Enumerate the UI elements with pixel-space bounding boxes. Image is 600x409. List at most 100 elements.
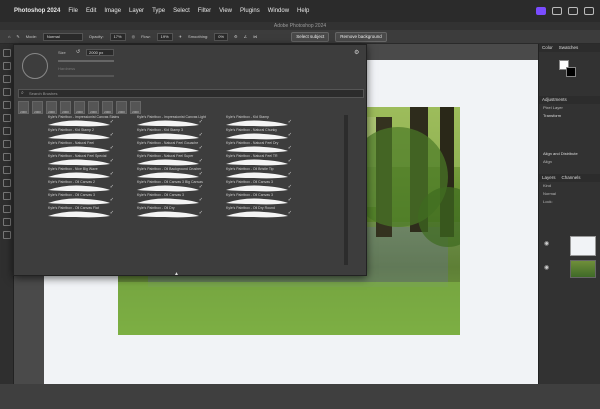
brush-preset-item[interactable]: Kyle's Paintbox - Natural Feel Gouache ✓ [117,141,205,154]
layer-thumbnail-photo[interactable] [570,260,596,278]
brush-preset-item[interactable]: Kyle's Paintbox - Oil Dry ✓ [117,206,205,219]
brush-tool-icon[interactable]: ✎ [16,34,19,39]
home-icon[interactable]: ⌂ [8,34,10,39]
quick-select-tool-icon[interactable] [3,88,11,96]
brush-preset-item[interactable]: Kyle's Paintbox - Natural Feel Special ✓ [28,154,116,167]
panel-resize-caret-icon[interactable]: ▲ [174,271,179,277]
brush-preset-item[interactable]: Kyle's Paintbox - Kid Stamp 3 ✓ [117,128,205,141]
brush-tool-icon[interactable] [3,140,11,148]
type-tool-icon[interactable] [3,205,11,213]
brush-preset-item[interactable]: Kyle's Paintbox - Kid Stamp ✓ [206,115,294,128]
menu-view[interactable]: View [219,8,232,14]
brush-preset-item[interactable]: Kyle's Paintbox - Impressionist Canvas S… [28,115,119,128]
menu-layer[interactable]: Layer [129,8,144,14]
menu-image[interactable]: Image [104,8,121,14]
symmetry-icon[interactable]: ⋈ [253,34,257,39]
layer-blend-mode[interactable]: Normal [539,190,600,198]
brush-preset-item[interactable]: Kyle's Paintbox - Oil Canvas 2 ✓ [28,180,116,193]
recent-brush[interactable]: 2000 [18,101,29,114]
brush-angle-roundness-widget[interactable] [22,53,48,79]
wifi-icon[interactable] [584,7,594,15]
eye-visibility-icon[interactable]: ◉ [544,240,549,247]
background-color-swatch[interactable] [566,67,576,77]
lasso-tool-icon[interactable] [3,75,11,83]
brush-preset-item[interactable]: Kyle's Paintbox - Oil Canvas 3 Big Canva… [117,180,205,193]
brush-preset-item[interactable]: Kyle's Paintbox - Oil Canvas Flat ✓ [28,206,116,219]
layer-kind-filter[interactable]: Kind [539,182,600,190]
brush-preset-item[interactable]: Kyle's Paintbox - Oil Canvas 3 ✓ [28,193,116,206]
size-slider[interactable] [58,60,114,62]
screen-record-icon[interactable] [536,7,546,15]
crop-tool-icon[interactable] [3,101,11,109]
remove-background-button[interactable]: Remove background [335,31,387,42]
brush-preset-item[interactable]: Kyle's Paintbox - Kid Stamp 2 ✓ [28,128,116,141]
recent-brush[interactable]: 2000 [60,101,71,114]
menu-type[interactable]: Type [152,8,165,14]
recent-brush[interactable]: 2000 [32,101,43,114]
menu-file[interactable]: File [68,8,78,14]
app-name[interactable]: Photoshop 2024 [14,8,60,14]
eraser-tool-icon[interactable] [3,166,11,174]
hand-tool-icon[interactable] [3,218,11,226]
menu-edit[interactable]: Edit [86,8,96,14]
brush-preset-item[interactable]: Kyle's Paintbox - Natural Feel Dry ✓ [206,141,294,154]
eyedropper-tool-icon[interactable] [3,114,11,122]
brush-list-scrollbar[interactable] [344,115,348,265]
flow-input[interactable]: 19% [156,32,173,41]
eye-visibility-icon[interactable]: ◉ [544,264,549,271]
smoothing-input[interactable]: 0% [214,32,229,41]
pressure-opacity-icon[interactable]: ◎ [132,34,136,39]
size-input[interactable]: 2000 px [86,49,114,56]
select-subject-button[interactable]: Select subject [291,31,330,42]
brush-preset-item[interactable]: Kyle's Paintbox - Nice Big Wave ✓ [28,167,116,180]
brush-preset-item[interactable]: Kyle's Paintbox - Natural Feel ✓ [28,141,116,154]
mode-select[interactable]: Normal [42,32,83,41]
brush-preset-item[interactable]: Kyle's Paintbox - Natural Feel Super ✓ [117,154,205,167]
recent-brush[interactable]: 2000 [130,101,141,114]
recent-brush[interactable]: 2000 [46,101,57,114]
gradient-tool-icon[interactable] [3,179,11,187]
align-section[interactable]: Align and Distribute [539,150,600,158]
brush-preset-item[interactable]: Kyle's Paintbox - Oil Canvas 3 ✓ [206,193,294,206]
display-icon[interactable] [552,7,562,15]
recent-brush[interactable]: 2000 [88,101,99,114]
tab-color[interactable]: Color [542,44,553,52]
panel-settings-gear-icon[interactable]: ⚙ [354,49,359,56]
menu-filter[interactable]: Filter [198,8,211,14]
tab-adjustments[interactable]: Adjustments [542,96,567,104]
angle-icon[interactable]: ∠ [244,34,248,39]
tab-channels[interactable]: Channels [562,174,581,182]
reset-size-icon[interactable]: ↺ [76,49,80,55]
recent-brush[interactable]: 2000 [74,101,85,114]
brush-preset-item[interactable]: Kyle's Paintbox - Natural Chunky ✓ [206,128,294,141]
layer-thumbnail-blank[interactable] [570,236,596,256]
menu-plugins[interactable]: Plugins [240,8,260,14]
pen-tool-icon[interactable] [3,192,11,200]
hardness-slider[interactable] [58,75,114,77]
brush-preset-item[interactable]: Kyle's Paintbox - Oil Canvas 3 ✓ [117,193,205,206]
move-tool-icon[interactable] [3,49,11,57]
opacity-input[interactable]: 17% [109,32,126,41]
clone-stamp-tool-icon[interactable] [3,153,11,161]
brush-preset-item[interactable]: Kyle's Paintbox - Natural Feel TR ✓ [206,154,294,167]
tab-layers[interactable]: Layers [542,174,556,182]
transform-section[interactable]: Transform [539,112,600,120]
zoom-tool-icon[interactable] [3,231,11,239]
brush-search-input[interactable]: Search Brushes [18,89,364,98]
recent-brush[interactable]: 2000 [102,101,113,114]
menu-window[interactable]: Window [268,8,289,14]
settings-gear-icon[interactable]: ⚙ [234,34,238,39]
healing-tool-icon[interactable] [3,127,11,135]
menu-select[interactable]: Select [173,8,190,14]
brush-preset-item[interactable]: Kyle's Paintbox - Oil Dry Round ✓ [206,206,294,219]
brush-preset-item[interactable]: Kyle's Paintbox - Impressionist Canvas L… [117,115,206,128]
recent-brush[interactable]: 2000 [116,101,127,114]
marquee-tool-icon[interactable] [3,62,11,70]
menu-help[interactable]: Help [297,8,309,14]
brush-preset-picker[interactable]: Size ↺ 2000 px Hardness ⚙ Search Brushes… [13,44,367,277]
brush-preset-item[interactable]: Kyle's Paintbox - Oil Bristle Tip ✓ [206,167,294,180]
tab-swatches[interactable]: Swatches [559,44,579,52]
airbrush-icon[interactable]: ✈ [179,34,182,39]
brush-preset-item[interactable]: Kyle's Paintbox - Oil Background Crusher… [117,167,205,180]
brush-preset-item[interactable]: Kyle's Paintbox - Oil Canvas 3 ✓ [206,180,294,193]
